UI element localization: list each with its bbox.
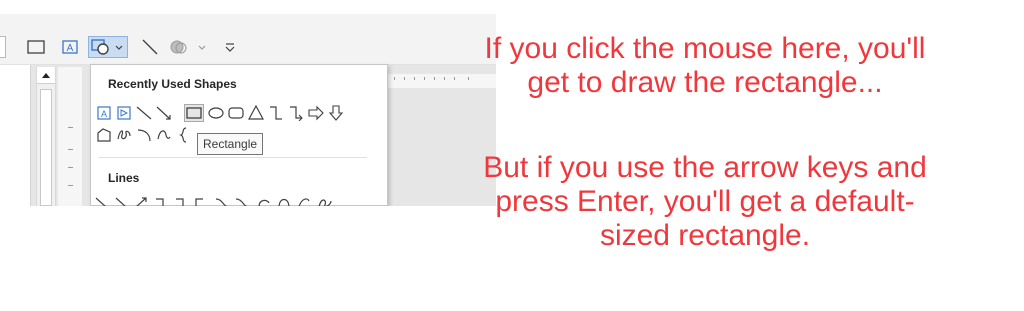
annotation-line-1: If you click the mouse here, you'll	[484, 32, 926, 65]
triangle-icon	[248, 105, 264, 120]
shape-brace[interactable]	[176, 127, 192, 143]
shape-fill-icon	[170, 40, 206, 54]
rectangle-shape-button[interactable]	[24, 36, 48, 58]
shape-right-arrow[interactable]	[308, 105, 324, 121]
scroll-up-button[interactable]	[37, 67, 55, 84]
line-button[interactable]	[138, 36, 162, 58]
shape-vertical-text-box[interactable]	[116, 105, 132, 121]
rounded-rectangle-icon	[228, 107, 244, 119]
line-icon	[142, 39, 158, 55]
shapes-gallery-button[interactable]	[88, 36, 128, 58]
shape-fill-button[interactable]	[166, 36, 210, 58]
oval-icon	[208, 107, 224, 119]
shape-line-arrow[interactable]	[156, 105, 172, 121]
curve-icon	[157, 130, 171, 140]
shape-arc[interactable]	[136, 127, 152, 143]
text-box-button[interactable]: A	[58, 36, 82, 58]
lines-row[interactable]	[91, 195, 387, 206]
shape-triangle[interactable]	[248, 105, 264, 121]
shape-rectangle[interactable]	[184, 104, 204, 122]
ribbon-options-icon	[225, 43, 235, 52]
freeform-icon	[97, 128, 111, 142]
shape-oval[interactable]	[208, 105, 224, 121]
text-box-icon: A	[97, 106, 111, 120]
annotation-line-3: But if you use the arrow keys and	[483, 151, 927, 184]
rectangle-tooltip: Rectangle	[197, 133, 264, 155]
svg-text:A: A	[101, 109, 107, 119]
annotation-click-note: If you click the mouse here, you'll get …	[440, 32, 970, 100]
scrollbar-thumb[interactable]	[40, 89, 52, 206]
ribbon-toolbar: A	[0, 14, 496, 65]
gallery-separator	[99, 157, 367, 158]
shape-curve[interactable]	[156, 127, 172, 143]
shape-elbow-arrow-connector[interactable]	[288, 105, 304, 121]
annotation-keyboard-note: But if you use the arrow keys and press …	[430, 151, 980, 253]
ribbon-options-button[interactable]	[218, 36, 242, 58]
shape-down-arrow[interactable]	[328, 105, 344, 121]
svg-text:A: A	[67, 43, 74, 54]
shape-rectangle-icon	[27, 40, 45, 54]
vertical-text-box-icon	[117, 106, 131, 120]
shape-rounded-rectangle[interactable]	[228, 105, 244, 121]
annotation-line-2: get to draw the rectangle...	[527, 66, 883, 99]
brace-icon	[179, 127, 187, 143]
recently-used-shapes-heading: Recently Used Shapes	[108, 77, 237, 91]
elbow-arrow-connector-icon	[290, 106, 303, 121]
arrow-line-icon	[156, 106, 171, 120]
scribble-icon	[117, 130, 131, 140]
annotation-line-5: sized rectangle.	[599, 219, 811, 252]
shape-text-box[interactable]: A	[96, 105, 112, 121]
scroll-up-arrow-icon	[42, 73, 50, 78]
shape-line[interactable]	[136, 105, 152, 121]
annotation-line-4: press Enter, you'll get a default-	[495, 185, 915, 218]
down-arrow-icon	[328, 105, 344, 121]
shape-freeform[interactable]	[96, 127, 112, 143]
lines-heading: Lines	[108, 171, 140, 185]
line-icon	[136, 106, 152, 120]
vertical-scrollbar[interactable]	[36, 67, 56, 206]
shapes-gallery-icon	[91, 39, 123, 55]
shapes-gallery-dropdown: Recently Used Shapes A Rectangle Lines	[90, 64, 388, 206]
arc-icon	[137, 129, 151, 142]
ribbon-left-edge	[0, 36, 6, 58]
shape-elbow-connector[interactable]	[268, 105, 284, 121]
vertical-ruler	[58, 67, 82, 206]
rectangle-icon	[186, 107, 202, 119]
text-box-icon: A	[62, 40, 78, 54]
elbow-connector-icon	[270, 106, 282, 120]
screenshot-region: A Recently Used Shapes A Rectangle Lines	[0, 14, 496, 206]
page-edge	[0, 65, 31, 206]
right-arrow-icon	[308, 105, 324, 121]
shape-scribble[interactable]	[116, 127, 132, 143]
